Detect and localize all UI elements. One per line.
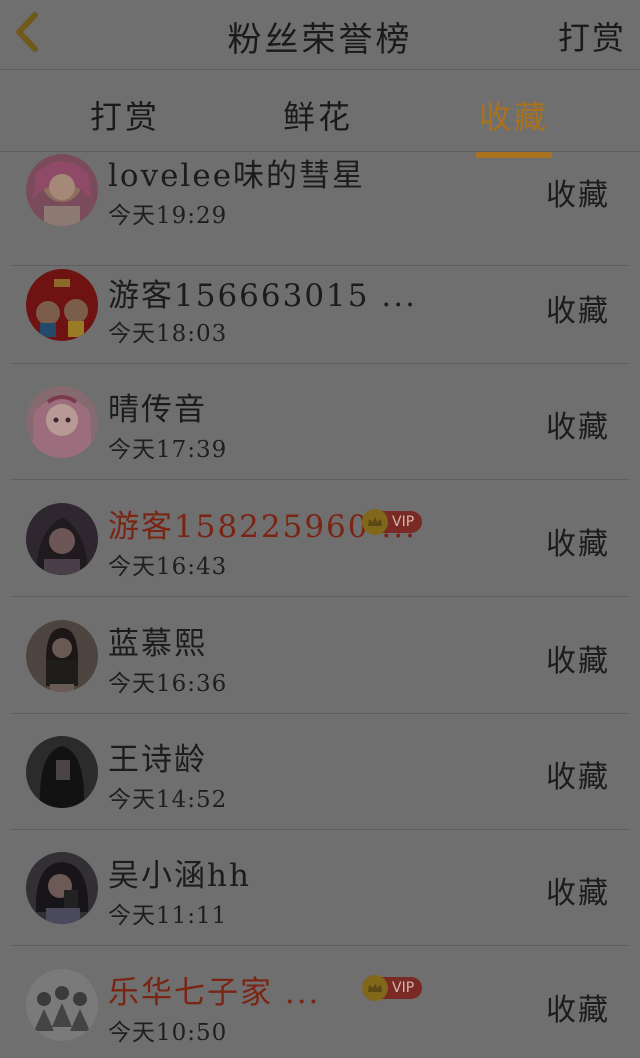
fan-action: 收藏 [546,294,610,329]
anime-girl-avatar-icon [26,386,98,458]
girl-with-phone-avatar-icon [26,852,98,924]
list-item[interactable]: 蓝慕熙 今天16:36 收藏 [0,598,640,714]
vip-badge: VIP [362,975,423,1001]
fan-name: lovelee味的彗星 [108,158,366,194]
avatar[interactable] [26,969,98,1041]
avatar[interactable] [26,386,98,458]
tab-reward[interactable]: 打赏 [90,92,160,138]
girl-photo-avatar-icon [26,503,98,575]
avatar[interactable] [26,269,98,341]
fan-action: 收藏 [546,993,610,1028]
crown-icon [362,975,388,1001]
avatar[interactable] [26,503,98,575]
fan-list: lovelee味的彗星 今天19:29 收藏 游客156663015 ... 今… [0,152,640,1058]
divider [10,945,630,946]
fan-time: 今天10:50 [108,1020,228,1046]
fan-name: 王诗龄 [108,742,207,778]
fan-time: 今天17:39 [108,437,228,463]
list-item[interactable]: 游客156663015 ... 今天18:03 收藏 [0,248,640,364]
pink-hair-girl-avatar-icon [26,154,98,226]
page-title: 粉丝荣誉榜 [227,20,413,60]
divider [10,479,630,480]
fan-time: 今天11:11 [108,903,228,929]
fan-action: 收藏 [546,410,610,445]
fan-name: 吴小涵hh [108,858,251,894]
list-item[interactable]: 游客158225960 ... VIP 今天16:43 收藏 [0,481,640,597]
fan-time: 今天16:43 [108,554,228,580]
reward-button[interactable]: 打赏 [558,13,626,59]
top-bar: 粉丝荣誉榜 打赏 [0,0,640,70]
fan-time: 今天19:29 [108,203,228,229]
list-item[interactable]: 王诗龄 今天14:52 收藏 [0,714,640,830]
fan-name: 乐华七子家 ... [108,975,321,1011]
crown-icon [362,509,388,535]
fan-time: 今天18:03 [108,321,228,347]
tab-flowers[interactable]: 鲜花 [283,92,353,138]
divider [10,596,630,597]
fan-action: 收藏 [546,760,610,795]
tab-bar: 打赏 鲜花 收藏 [0,70,640,158]
vip-badge: VIP [362,509,423,535]
list-item[interactable]: 晴传音 今天17:39 收藏 [0,364,640,480]
fan-name: 蓝慕熙 [108,626,207,662]
avatar[interactable] [26,852,98,924]
fan-time: 今天14:52 [108,787,228,813]
group-sketch-avatar-icon [26,969,98,1041]
avatar[interactable] [26,154,98,226]
tab-favorites[interactable]: 收藏 [476,92,552,158]
list-item[interactable]: 乐华七子家 ... VIP 今天10:50 收藏 [0,947,640,1058]
fan-action: 收藏 [546,876,610,911]
fan-action: 收藏 [546,644,610,679]
fan-name: 晴传音 [108,392,207,428]
girl-sitting-avatar-icon [26,620,98,692]
fan-time: 今天16:36 [108,671,228,697]
avatar[interactable] [26,736,98,808]
red-cartoon-couple-avatar-icon [26,269,98,341]
fan-name: 游客156663015 ... [108,278,417,314]
avatar[interactable] [26,620,98,692]
tab-favorites-label: 收藏 [478,98,549,136]
list-item[interactable]: 吴小涵hh 今天11:11 收藏 [0,830,640,946]
dark-hair-girl-avatar-icon [26,736,98,808]
fan-action: 收藏 [546,178,610,213]
fan-action: 收藏 [546,527,610,562]
